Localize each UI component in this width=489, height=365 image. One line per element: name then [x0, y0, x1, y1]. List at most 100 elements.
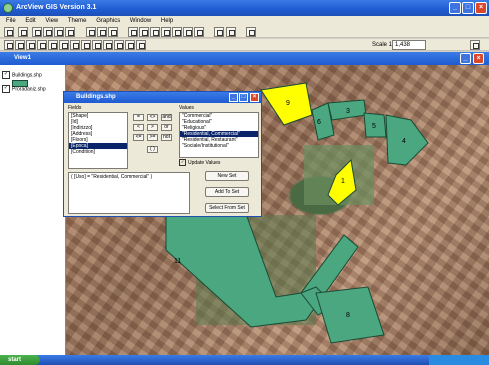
- expression-text: ( [Uso] = "Residential, Commercial" ): [71, 174, 153, 180]
- start-button[interactable]: start: [0, 355, 40, 365]
- operator-greater-button[interactable]: >: [147, 124, 158, 131]
- select-features-icon[interactable]: [194, 27, 204, 37]
- table-of-contents: ✓ Buildings.shp ✓ Proradaniz.shp: [0, 65, 66, 355]
- scale-input[interactable]: 1,438: [392, 40, 426, 50]
- zoom-in-icon[interactable]: [161, 27, 171, 37]
- area-of-interest-icon[interactable]: [103, 40, 113, 50]
- menu-graphics[interactable]: Graphics: [96, 18, 120, 24]
- dialog-close-icon[interactable]: ×: [250, 93, 259, 102]
- operator-less-button[interactable]: <: [133, 124, 144, 131]
- expression-textbox[interactable]: ( [Uso] = "Residential, Commercial" ): [68, 172, 190, 214]
- label-3: 3: [346, 108, 350, 115]
- zoom-active-icon[interactable]: [139, 27, 149, 37]
- dialog-titlebar: Buildings.shp _ □ ×: [64, 92, 261, 103]
- select-from-set-button[interactable]: Select From Set: [205, 203, 249, 213]
- label-4: 4: [402, 138, 406, 145]
- operator-greater-equal-button[interactable]: >=: [147, 134, 158, 141]
- menu-window[interactable]: Window: [130, 18, 151, 24]
- field-item[interactable]: [Condition]: [69, 149, 127, 155]
- clear-selection-icon[interactable]: [214, 27, 224, 37]
- zoom-out-tool-icon[interactable]: [59, 40, 69, 50]
- zoom-in-tool-icon[interactable]: [48, 40, 58, 50]
- open-table-icon[interactable]: [54, 27, 64, 37]
- operator-not-button[interactable]: not: [161, 134, 172, 141]
- fields-list[interactable]: [Shape] [Id] [Indirizzo] [Address] [Floo…: [68, 112, 128, 169]
- view-minimize-icon[interactable]: _: [460, 53, 471, 64]
- values-list[interactable]: "Commercial" "Educational" "Religious" "…: [179, 112, 259, 158]
- hotlink-tool-icon[interactable]: [92, 40, 102, 50]
- close-icon[interactable]: ×: [475, 2, 487, 14]
- toc-item-proradaniz[interactable]: ✓ Proradaniz.shp: [2, 85, 46, 93]
- checkbox-icon[interactable]: ✓: [2, 85, 10, 93]
- building-4[interactable]: [385, 114, 429, 166]
- pointer-tool-icon[interactable]: [4, 40, 14, 50]
- menu-help[interactable]: Help: [161, 18, 173, 24]
- minimize-icon[interactable]: _: [449, 2, 461, 14]
- fields-label: Fields: [68, 105, 82, 111]
- menu-view[interactable]: View: [45, 18, 58, 24]
- add-to-set-button[interactable]: Add To Set: [205, 187, 249, 197]
- zoom-selected-icon[interactable]: [150, 27, 160, 37]
- taskbar: start: [0, 355, 489, 365]
- label-9: 9: [286, 100, 290, 107]
- text-tool-icon[interactable]: [125, 40, 135, 50]
- label-11: 11: [174, 258, 181, 265]
- query-builder-icon[interactable]: [97, 27, 107, 37]
- dialog-minimize-icon[interactable]: _: [229, 93, 238, 102]
- maximize-icon[interactable]: □: [462, 2, 474, 14]
- scale-label: Scale 1:: [372, 42, 394, 48]
- operator-equals-button[interactable]: =: [133, 114, 144, 121]
- menu-bar: File Edit View Theme Graphics Window Hel…: [0, 16, 489, 26]
- checkbox-icon[interactable]: ✓: [2, 71, 10, 79]
- button-bar: [0, 26, 489, 38]
- label-tool-icon[interactable]: [114, 40, 124, 50]
- zoom-out-icon[interactable]: [172, 27, 182, 37]
- operator-not-equals-button[interactable]: <>: [147, 114, 158, 121]
- value-item[interactable]: "Sociale/Institutional": [180, 143, 258, 149]
- view-title: View1: [14, 55, 31, 61]
- measure-tool-icon[interactable]: [81, 40, 91, 50]
- dialog-title: Buildings.shp: [76, 94, 116, 100]
- theme-properties-icon[interactable]: [32, 27, 42, 37]
- system-tray: [429, 355, 489, 365]
- app-titlebar: ArcView GIS Version 3.1 _ □ ×: [0, 0, 489, 16]
- save-icon[interactable]: [4, 27, 14, 37]
- app-globe-icon: [3, 3, 13, 13]
- menu-edit[interactable]: Edit: [25, 18, 35, 24]
- coordinates-icon: [470, 40, 480, 50]
- menu-theme[interactable]: Theme: [68, 18, 87, 24]
- help-icon[interactable]: [226, 27, 236, 37]
- label-5: 5: [372, 123, 376, 130]
- pan-tool-icon[interactable]: [70, 40, 80, 50]
- draw-tool-icon[interactable]: [136, 40, 146, 50]
- operator-parentheses-button[interactable]: ( ): [147, 146, 158, 153]
- layout-icon[interactable]: [246, 27, 256, 37]
- dialog-maximize-icon[interactable]: □: [239, 93, 248, 102]
- building-8[interactable]: [315, 286, 385, 344]
- chart-icon[interactable]: [65, 27, 75, 37]
- operator-less-equal-button[interactable]: <=: [133, 134, 144, 141]
- add-theme-icon[interactable]: [18, 27, 28, 37]
- query-builder-dialog: Buildings.shp _ □ × Fields [Shape] [Id] …: [63, 91, 262, 217]
- checkbox-icon[interactable]: ✓: [179, 159, 186, 166]
- view-window-titlebar: View1 _ ×: [0, 52, 489, 65]
- update-values-checkbox[interactable]: ✓ Update Values: [179, 159, 220, 166]
- identify-tool-icon[interactable]: [15, 40, 25, 50]
- app-title: ArcView GIS Version 3.1: [16, 4, 97, 11]
- zoom-full-icon[interactable]: [128, 27, 138, 37]
- new-set-button[interactable]: New Set: [205, 171, 249, 181]
- operator-or-button[interactable]: or: [161, 124, 172, 131]
- menu-file[interactable]: File: [6, 18, 16, 24]
- select-feature-tool-icon[interactable]: [37, 40, 47, 50]
- view-close-icon[interactable]: ×: [473, 53, 484, 64]
- label-1: 1: [341, 178, 345, 185]
- label-8: 8: [346, 312, 350, 319]
- operator-and-button[interactable]: and: [161, 114, 172, 121]
- zoom-previous-icon[interactable]: [183, 27, 193, 37]
- tool-bar: Scale 1: 1,438: [0, 39, 489, 51]
- locate-address-icon[interactable]: [108, 27, 118, 37]
- values-label: Values: [179, 105, 194, 111]
- find-icon[interactable]: [86, 27, 96, 37]
- vertex-edit-icon[interactable]: [26, 40, 36, 50]
- edit-legend-icon[interactable]: [43, 27, 53, 37]
